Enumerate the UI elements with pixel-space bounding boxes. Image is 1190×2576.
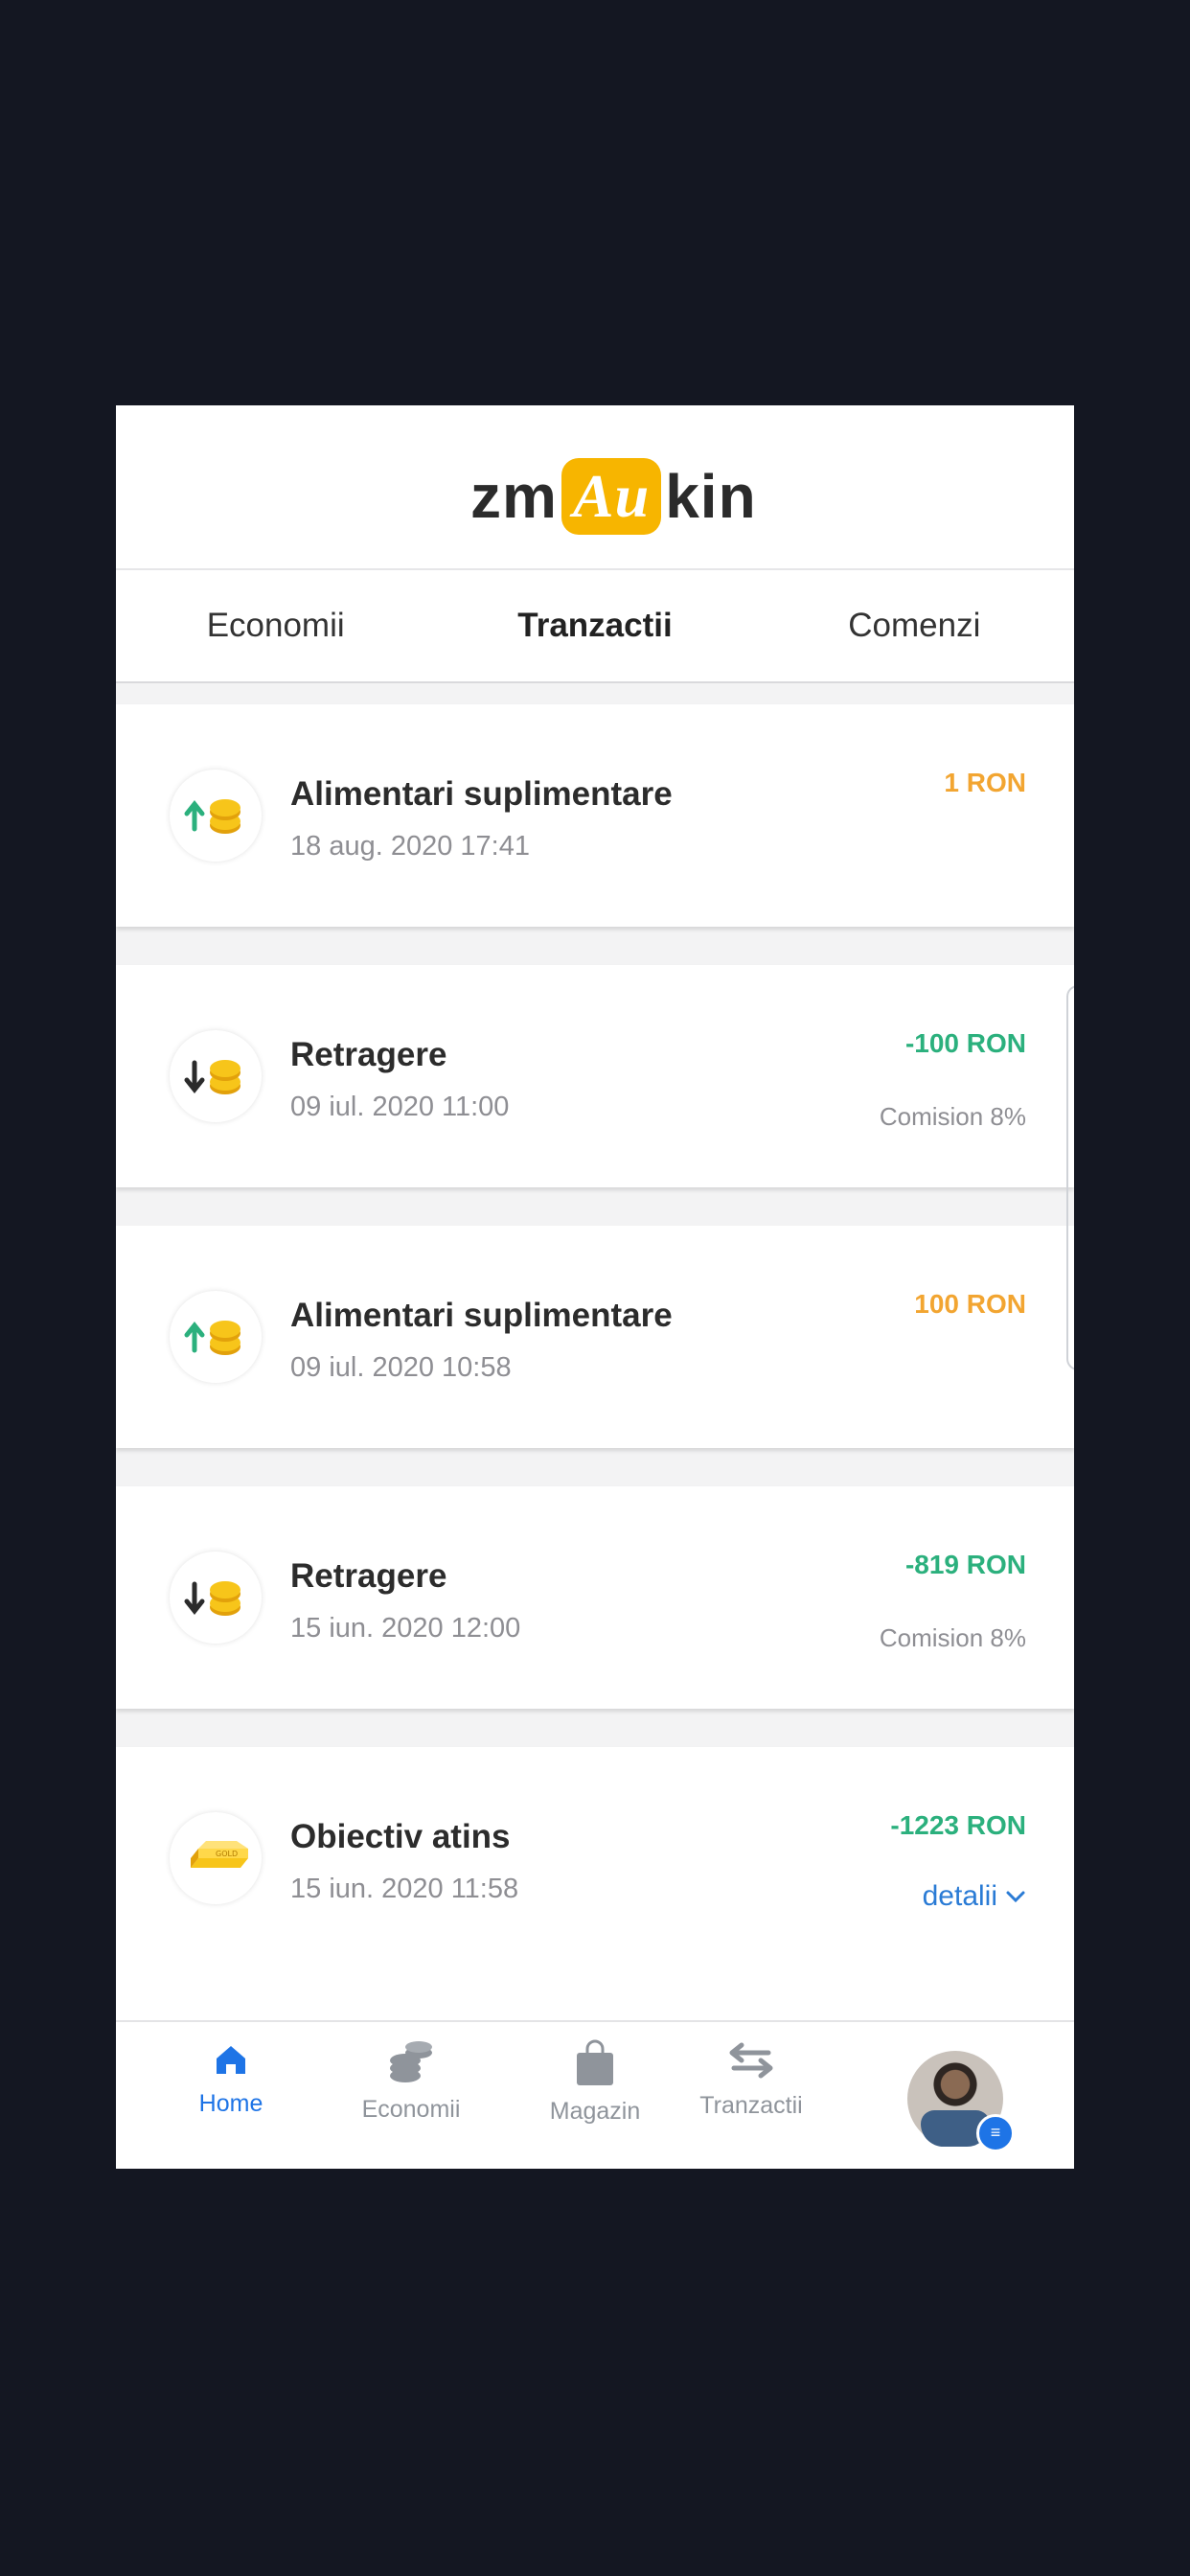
logo-text-left: zm [470,462,558,531]
transaction-row[interactable]: GOLD Obiectiv atins 15 iun. 2020 11:58 -… [116,1747,1074,2025]
transaction-row[interactable]: Alimentari suplimentare 09 iul. 2020 10:… [116,1226,1074,1448]
transaction-title: Alimentari suplimentare [290,775,673,813]
transaction-amount: -819 RON [904,1550,1026,1579]
transaction-row[interactable]: Retragere 09 iul. 2020 11:00 -100 RON Co… [116,965,1074,1187]
commission-note: Comision 8% [879,1623,1026,1652]
gold-bar-icon: GOLD [170,1812,262,1904]
svg-text:GOLD: GOLD [216,1850,238,1858]
transaction-title: Alimentari suplimentare [290,1297,673,1334]
transaction-title: Obiectiv atins [290,1818,511,1855]
transaction-amount: 100 RON [914,1289,1026,1319]
nav-tranzactii-label: Tranzactii [699,2092,803,2119]
withdraw-coins-icon [170,1030,262,1122]
nav-tranzactii[interactable]: Tranzactii [679,2039,823,2120]
tab-comenzi[interactable]: Comenzi [755,570,1074,681]
withdraw-coins-icon [170,1552,262,1644]
transaction-date: 18 aug. 2020 17:41 [290,831,530,862]
nav-home[interactable]: Home [159,2039,303,2118]
pull-tab-handle[interactable] [1066,985,1074,1370]
shopping-bag-icon [577,2039,613,2085]
transaction-amount: -1223 RON [890,1810,1026,1840]
transaction-amount: 1 RON [944,768,1026,797]
transaction-date: 15 iun. 2020 11:58 [290,1874,519,1904]
commission-note: Comision 8% [879,1102,1026,1131]
transaction-row[interactable]: Retragere 15 iun. 2020 12:00 -819 RON Co… [116,1486,1074,1709]
nav-magazin[interactable]: Magazin [523,2039,667,2126]
nav-home-label: Home [198,2090,263,2117]
details-toggle[interactable]: detalii [923,1880,1026,1913]
nav-magazin-label: Magazin [549,2098,641,2125]
tab-economii[interactable]: Economii [116,570,435,681]
logo-gold-badge: Au [561,458,662,535]
app-header: zm Au kin [116,405,1074,568]
transfer-arrows-icon [729,2042,773,2079]
coins-stack-icon [390,2041,432,2082]
details-label: detalii [922,1880,997,1912]
transaction-date: 15 iun. 2020 12:00 [290,1613,521,1644]
bottom-navigation: Home Economii Magazin Tranzactii ≡ [116,2020,1074,2169]
transaction-amount: -100 RON [904,1028,1026,1058]
transaction-title: Retragere [290,1557,447,1595]
logo-text-right: kin [665,462,757,531]
transaction-row[interactable]: Alimentari suplimentare 18 aug. 2020 17:… [116,704,1074,927]
transaction-date: 09 iul. 2020 11:00 [290,1092,510,1122]
app-screen: zm Au kin Economii Tranzactii Comenzi Al… [116,405,1074,2169]
transaction-title: Retragere [290,1036,447,1073]
nav-economii[interactable]: Economii [339,2039,483,2124]
tab-tranzactii[interactable]: Tranzactii [435,570,754,681]
deposit-coins-icon [170,1291,262,1383]
nav-economii-label: Economii [361,2096,461,2123]
chevron-down-icon [1006,1891,1025,1903]
tab-bar: Economii Tranzactii Comenzi [116,568,1074,683]
deposit-coins-icon [170,770,262,862]
app-logo: zm Au kin [470,458,757,535]
avatar[interactable]: ≡ [907,2051,1015,2152]
home-icon [217,2046,245,2074]
transaction-date: 09 iul. 2020 10:58 [290,1352,512,1383]
menu-badge-icon[interactable]: ≡ [976,2114,1015,2152]
